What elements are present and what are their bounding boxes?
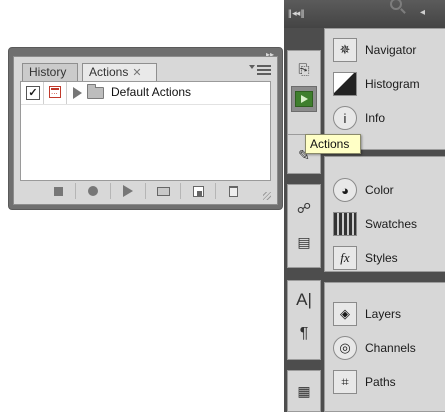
navigator-icon: ✵ [333,38,357,62]
panel-label: Histogram [365,77,420,91]
panel-label: Color [365,183,394,197]
styles-icon: fx [333,246,357,270]
panel-label: Paths [365,375,396,389]
record-icon [88,186,98,196]
tab-actions-label: Actions [89,65,129,79]
dialog-toggle-icon[interactable] [49,86,61,98]
panel-item-info[interactable]: i Info [325,101,445,135]
character-panel-button[interactable]: A| [291,287,317,313]
tool-presets-icon: ▤ [297,233,311,250]
panel-label: Swatches [365,217,418,231]
panel-menu-icon[interactable] [249,65,271,75]
panel-group-color: ◕ Color Swatches fx Styles [324,156,445,272]
tab-actions[interactable]: Actions ✕ [82,63,157,81]
panel-item-layers[interactable]: ◈ Layers [325,297,445,331]
panel-label: Styles [365,251,398,265]
info-icon: i [333,106,357,130]
action-set-name: Default Actions [111,85,192,99]
panel-item-swatches[interactable]: Swatches [325,207,445,241]
stop-button[interactable] [41,183,75,199]
color-icon: ◕ [333,178,357,202]
panel-body: History Actions✕ ✓ Default Actions [13,56,278,205]
dock-icon-column: ⎘ ✎ ☍ ▤ A| ¶ ▦ [284,28,324,412]
actions-tooltip: Actions [305,134,361,154]
paragraph-icon: ¶ [299,325,309,342]
list-item[interactable]: ✓ Default Actions [21,82,270,105]
histogram-icon [333,72,357,96]
dock-collapse-arrows-icon[interactable]: || ◂◂ || [288,8,304,19]
channels-icon: ◎ [333,336,357,360]
new-action-button[interactable] [180,183,215,199]
clone-source-button[interactable]: ☍ [291,195,317,221]
panel-item-channels[interactable]: ◎ Channels [325,331,445,365]
panel-bottom-bar [20,180,271,202]
panel-label: Navigator [365,43,417,57]
character-icon: A| [296,290,312,309]
actions-play-icon [295,91,313,107]
resize-grip[interactable] [263,192,271,200]
play-icon [123,185,133,197]
actions-floating-panel: ▸▸ History Actions✕ ✓ Default Actions [8,47,283,210]
icon-group-4: A| ¶ [287,280,321,360]
search-icon-handle [400,8,406,14]
column-divider [66,82,67,104]
expand-arrow-icon[interactable]: ◂ [420,7,425,18]
folder-icon [87,84,104,99]
panel-item-color[interactable]: ◕ Color [325,173,445,207]
panel-item-styles[interactable]: fx Styles [325,241,445,275]
stop-icon [53,186,63,196]
panel-label: Channels [365,341,416,355]
new-set-button[interactable] [145,183,180,199]
actions-list: ✓ Default Actions [20,81,271,181]
icon-group-1: ⎘ [287,50,321,144]
toggle-checkbox[interactable]: ✓ [26,86,40,100]
new-action-icon [192,185,204,197]
tool-presets-button[interactable]: ▤ [291,229,317,255]
paragraph-panel-button[interactable]: ¶ [291,321,317,347]
dock-label-column: ✵ Navigator Histogram i Info ◕ Color Swa… [324,28,445,412]
expand-triangle-icon[interactable] [73,87,82,99]
column-divider [43,82,44,104]
delete-button[interactable] [215,183,250,199]
panel-item-histogram[interactable]: Histogram [325,67,445,101]
play-button[interactable] [110,183,145,199]
layers-icon: ◈ [333,302,357,326]
clone-source-icon: ☍ [296,199,312,216]
tab-row: History Actions ✕ [14,57,277,81]
panel-label: Info [365,111,386,125]
panel-label: Layers [365,307,402,321]
panel-item-navigator[interactable]: ✵ Navigator [325,33,445,67]
icon-group-3: ☍ ▤ [287,184,321,268]
new-set-icon [156,186,170,196]
notes-icon: ▦ [297,382,311,399]
swatches-icon [333,212,357,236]
panel-item-paths[interactable]: ⌗ Paths [325,365,445,399]
tab-history[interactable]: History [22,63,78,81]
icon-group-5: ▦ [287,370,321,412]
notes-panel-button[interactable]: ▦ [291,378,317,404]
tab-close-icon[interactable]: ✕ [132,67,141,79]
tab-history-label: History [29,65,67,79]
panel-group-navigator: ✵ Navigator Histogram i Info [324,28,445,150]
record-button[interactable] [75,183,110,199]
history-panel-button[interactable]: ⎘ [291,56,317,82]
actions-panel-button[interactable] [291,86,317,112]
delete-icon [228,185,238,197]
paths-icon: ⌗ [333,370,357,394]
panel-group-layers: ◈ Layers ◎ Channels ⌗ Paths [324,282,445,412]
history-icon: ⎘ [298,60,310,77]
dock-top-bar: || ◂◂ || ◂ [284,0,445,28]
